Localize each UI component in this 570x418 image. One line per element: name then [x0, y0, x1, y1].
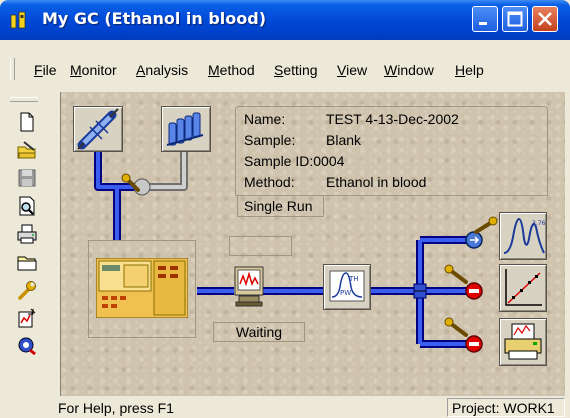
monitor-button[interactable]: [234, 266, 264, 314]
sample-id-value: 0004: [313, 153, 345, 169]
printer-output-icon: [504, 323, 542, 360]
status-help-text: For Help, press F1: [58, 400, 174, 416]
info-row-sample-id: Sample ID:0004: [244, 153, 344, 169]
splitter-junction-icon: [413, 283, 427, 299]
syringe-icon: [77, 108, 119, 150]
sample-label: Sample:: [244, 132, 296, 148]
instrument-label-box: [229, 236, 292, 256]
svg-text:TH: TH: [348, 275, 359, 283]
info-row-sample: Sample: Blank: [244, 132, 361, 148]
peaks-output-icon: 3.76: [503, 217, 546, 254]
sample-rack-button[interactable]: [161, 106, 211, 152]
run-info-panel: Name: TEST 4-13-Dec-2002 Sample: Blank S…: [235, 106, 548, 196]
calibration-output-button[interactable]: [499, 264, 547, 312]
printer-output-button[interactable]: [499, 318, 547, 366]
tab-single-run[interactable]: Single Run: [237, 196, 324, 217]
sample-rack-icon: [166, 112, 204, 146]
processing-button[interactable]: TH PW: [323, 264, 371, 310]
svg-text:PW: PW: [340, 289, 351, 297]
calibration-output-icon: [505, 269, 542, 306]
name-value: TEST 4-13-Dec-2002: [326, 111, 459, 127]
gc-instrument-icon[interactable]: [96, 258, 188, 318]
chromatogram-processing-icon: TH PW: [329, 270, 365, 302]
name-label: Name:: [244, 111, 286, 127]
method-value: Ethanol in blood: [326, 174, 427, 190]
svg-text:3.76: 3.76: [532, 220, 546, 227]
method-label: Method:: [244, 174, 295, 190]
info-row-method: Method: Ethanol in blood: [244, 174, 426, 190]
info-row-name: Name: TEST 4-13-Dec-2002: [244, 111, 459, 127]
peaks-output-button[interactable]: 3.76: [499, 212, 547, 260]
sample-value: Blank: [326, 132, 362, 148]
output-valve-peaks[interactable]: [465, 216, 498, 249]
autosampler-button[interactable]: [73, 106, 123, 152]
sample-id-label: Sample ID:: [244, 153, 314, 169]
status-project: Project: WORK1: [447, 398, 565, 417]
status-bar: For Help, press F1 Project: WORK1: [4, 398, 566, 418]
instrument-status: Waiting: [213, 322, 305, 342]
monitor-icon: [234, 266, 264, 307]
